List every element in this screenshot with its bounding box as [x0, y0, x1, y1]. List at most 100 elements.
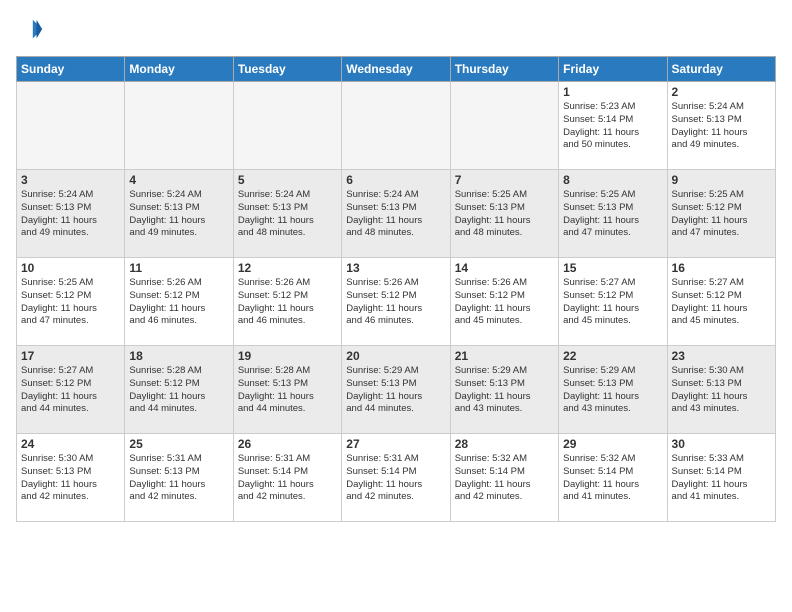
calendar-cell: 28 Sunrise: 5:32 AM Sunset: 5:14 PM Dayli…: [450, 434, 558, 522]
day-number: 30: [672, 437, 771, 451]
day-number: 19: [238, 349, 337, 363]
calendar-cell: 5Sunrise: 5:24 AM Sunset: 5:13 PM Daylig…: [233, 170, 341, 258]
day-number: 25: [129, 437, 228, 451]
day-info: Sunrise: 5:24 AM Sunset: 5:13 PM Dayligh…: [238, 189, 337, 240]
day-info: Sunrise: 5:26 AM Sunset: 5:12 PM Dayligh…: [455, 277, 554, 328]
calendar-cell: [450, 82, 558, 170]
calendar-cell: 13 Sunrise: 5:26 AM Sunset: 5:12 PM Dayli…: [342, 258, 450, 346]
calendar-cell: 26 Sunrise: 5:31 AM Sunset: 5:14 PM Dayli…: [233, 434, 341, 522]
calendar-cell: 20 Sunrise: 5:29 AM Sunset: 5:13 PM Dayli…: [342, 346, 450, 434]
weekday-header-thursday: Thursday: [450, 57, 558, 82]
day-info: Sunrise: 5:33 AM Sunset: 5:14 PM Dayligh…: [672, 453, 771, 504]
calendar-cell: 29 Sunrise: 5:32 AM Sunset: 5:14 PM Dayli…: [559, 434, 667, 522]
day-number: 28: [455, 437, 554, 451]
calendar-week-row: 3 Sunrise: 5:24 AM Sunset: 5:13 PM Daylig…: [17, 170, 776, 258]
day-info: Sunrise: 5:31 AM Sunset: 5:14 PM Dayligh…: [346, 453, 445, 504]
day-number: 22: [563, 349, 662, 363]
day-info: Sunrise: 5:25 AM Sunset: 5:12 PM Dayligh…: [672, 189, 771, 240]
calendar-cell: 18 Sunrise: 5:28 AM Sunset: 5:12 PM Dayli…: [125, 346, 233, 434]
day-info: Sunrise: 5:26 AM Sunset: 5:12 PM Dayligh…: [346, 277, 445, 328]
day-info: Sunrise: 5:31 AM Sunset: 5:14 PM Dayligh…: [238, 453, 337, 504]
weekday-header-friday: Friday: [559, 57, 667, 82]
day-number: 8: [563, 173, 662, 187]
calendar-cell: [342, 82, 450, 170]
calendar-cell: 3 Sunrise: 5:24 AM Sunset: 5:13 PM Daylig…: [17, 170, 125, 258]
weekday-header-wednesday: Wednesday: [342, 57, 450, 82]
day-number: 27: [346, 437, 445, 451]
day-number: 14: [455, 261, 554, 275]
calendar-header-row: SundayMondayTuesdayWednesdayThursdayFrid…: [17, 57, 776, 82]
day-info: Sunrise: 5:29 AM Sunset: 5:13 PM Dayligh…: [563, 365, 662, 416]
calendar-cell: 14 Sunrise: 5:26 AM Sunset: 5:12 PM Dayli…: [450, 258, 558, 346]
logo: [16, 16, 48, 44]
day-info: Sunrise: 5:25 AM Sunset: 5:13 PM Dayligh…: [455, 189, 554, 240]
calendar-cell: 24 Sunrise: 5:30 AM Sunset: 5:13 PM Dayli…: [17, 434, 125, 522]
day-info: Sunrise: 5:30 AM Sunset: 5:13 PM Dayligh…: [21, 453, 120, 504]
day-number: 23: [672, 349, 771, 363]
calendar-cell: 17 Sunrise: 5:27 AM Sunset: 5:12 PM Dayli…: [17, 346, 125, 434]
day-info: Sunrise: 5:29 AM Sunset: 5:13 PM Dayligh…: [346, 365, 445, 416]
day-number: 29: [563, 437, 662, 451]
calendar-cell: 12 Sunrise: 5:26 AM Sunset: 5:12 PM Dayli…: [233, 258, 341, 346]
day-info: Sunrise: 5:25 AM Sunset: 5:13 PM Dayligh…: [563, 189, 662, 240]
day-number: 7: [455, 173, 554, 187]
calendar-cell: 7 Sunrise: 5:25 AM Sunset: 5:13 PM Daylig…: [450, 170, 558, 258]
day-number: 6: [346, 173, 445, 187]
weekday-header-saturday: Saturday: [667, 57, 775, 82]
calendar-cell: 1 Sunrise: 5:23 AM Sunset: 5:14 PM Daylig…: [559, 82, 667, 170]
calendar-week-row: 17 Sunrise: 5:27 AM Sunset: 5:12 PM Dayli…: [17, 346, 776, 434]
day-info: Sunrise: 5:27 AM Sunset: 5:12 PM Dayligh…: [563, 277, 662, 328]
day-number: 1: [563, 85, 662, 99]
day-info: Sunrise: 5:31 AM Sunset: 5:13 PM Dayligh…: [129, 453, 228, 504]
day-number: 21: [455, 349, 554, 363]
calendar-table: SundayMondayTuesdayWednesdayThursdayFrid…: [16, 56, 776, 522]
day-number: 17: [21, 349, 120, 363]
calendar-cell: 21 Sunrise: 5:29 AM Sunset: 5:13 PM Dayli…: [450, 346, 558, 434]
day-info: Sunrise: 5:23 AM Sunset: 5:14 PM Dayligh…: [563, 101, 662, 152]
calendar-cell: 2Sunrise: 5:24 AM Sunset: 5:13 PM Daylig…: [667, 82, 775, 170]
calendar-cell: 9 Sunrise: 5:25 AM Sunset: 5:12 PM Daylig…: [667, 170, 775, 258]
day-number: 24: [21, 437, 120, 451]
day-info: Sunrise: 5:30 AM Sunset: 5:13 PM Dayligh…: [672, 365, 771, 416]
day-number: 18: [129, 349, 228, 363]
day-info: Sunrise: 5:27 AM Sunset: 5:12 PM Dayligh…: [21, 365, 120, 416]
calendar-cell: 6 Sunrise: 5:24 AM Sunset: 5:13 PM Daylig…: [342, 170, 450, 258]
day-number: 10: [21, 261, 120, 275]
calendar-cell: [17, 82, 125, 170]
calendar-cell: [233, 82, 341, 170]
day-number: 11: [129, 261, 228, 275]
header: [16, 16, 776, 44]
day-info: Sunrise: 5:26 AM Sunset: 5:12 PM Dayligh…: [238, 277, 337, 328]
calendar-cell: 22 Sunrise: 5:29 AM Sunset: 5:13 PM Dayli…: [559, 346, 667, 434]
calendar-cell: 10 Sunrise: 5:25 AM Sunset: 5:12 PM Dayli…: [17, 258, 125, 346]
day-info: Sunrise: 5:24 AM Sunset: 5:13 PM Dayligh…: [346, 189, 445, 240]
day-info: Sunrise: 5:32 AM Sunset: 5:14 PM Dayligh…: [455, 453, 554, 504]
day-number: 16: [672, 261, 771, 275]
day-info: Sunrise: 5:26 AM Sunset: 5:12 PM Dayligh…: [129, 277, 228, 328]
calendar-week-row: 10 Sunrise: 5:25 AM Sunset: 5:12 PM Dayli…: [17, 258, 776, 346]
day-number: 12: [238, 261, 337, 275]
day-info: Sunrise: 5:29 AM Sunset: 5:13 PM Dayligh…: [455, 365, 554, 416]
calendar-cell: 23 Sunrise: 5:30 AM Sunset: 5:13 PM Dayli…: [667, 346, 775, 434]
day-number: 9: [672, 173, 771, 187]
calendar-cell: 11 Sunrise: 5:26 AM Sunset: 5:12 PM Dayli…: [125, 258, 233, 346]
calendar-cell: 4 Sunrise: 5:24 AM Sunset: 5:13 PM Daylig…: [125, 170, 233, 258]
day-number: 20: [346, 349, 445, 363]
calendar-cell: [125, 82, 233, 170]
calendar-cell: 16Sunrise: 5:27 AM Sunset: 5:12 PM Dayli…: [667, 258, 775, 346]
weekday-header-tuesday: Tuesday: [233, 57, 341, 82]
day-number: 2: [672, 85, 771, 99]
calendar-cell: 15 Sunrise: 5:27 AM Sunset: 5:12 PM Dayli…: [559, 258, 667, 346]
weekday-header-sunday: Sunday: [17, 57, 125, 82]
day-number: 26: [238, 437, 337, 451]
day-info: Sunrise: 5:32 AM Sunset: 5:14 PM Dayligh…: [563, 453, 662, 504]
day-number: 15: [563, 261, 662, 275]
day-info: Sunrise: 5:24 AM Sunset: 5:13 PM Dayligh…: [129, 189, 228, 240]
day-number: 3: [21, 173, 120, 187]
calendar-week-row: 1 Sunrise: 5:23 AM Sunset: 5:14 PM Daylig…: [17, 82, 776, 170]
day-info: Sunrise: 5:25 AM Sunset: 5:12 PM Dayligh…: [21, 277, 120, 328]
day-number: 13: [346, 261, 445, 275]
day-info: Sunrise: 5:24 AM Sunset: 5:13 PM Dayligh…: [21, 189, 120, 240]
day-number: 4: [129, 173, 228, 187]
day-info: Sunrise: 5:28 AM Sunset: 5:12 PM Dayligh…: [129, 365, 228, 416]
